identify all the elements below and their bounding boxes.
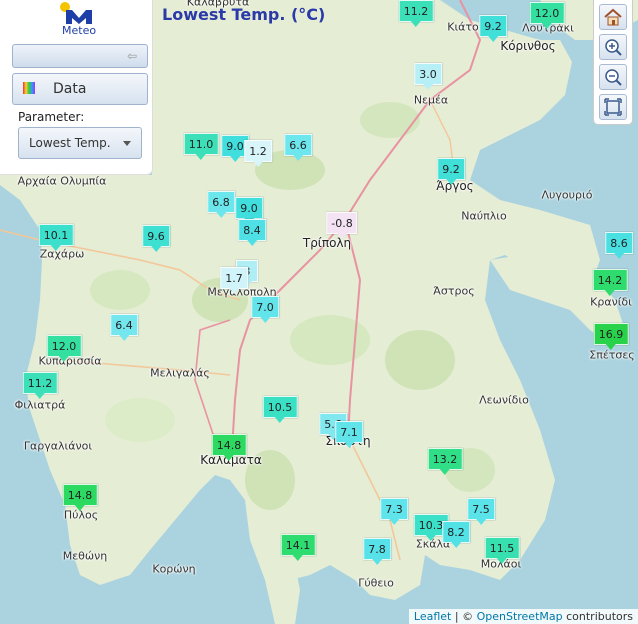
station-marker[interactable]: 1.7 (220, 267, 248, 294)
station-marker[interactable]: 7.1 (335, 421, 363, 448)
zoom-out-button[interactable] (599, 64, 627, 90)
station-marker[interactable]: 10.1 (38, 224, 74, 251)
home-button[interactable] (599, 4, 627, 30)
place-label: Φιλιατρά (14, 398, 66, 412)
place-label: Άστρος (433, 284, 475, 298)
station-marker[interactable]: 16.9 (593, 323, 629, 350)
fullscreen-icon (604, 98, 622, 116)
logo-text: Meteo (62, 24, 97, 37)
parameter-label: Parameter: (18, 110, 85, 124)
station-marker[interactable]: 12.0 (529, 2, 565, 29)
data-button[interactable]: Data (12, 73, 148, 105)
station-marker[interactable]: 13.2 (427, 448, 463, 475)
place-label: Κιάτο (447, 20, 479, 34)
station-marker[interactable]: 8.6 (605, 232, 633, 259)
leaflet-link[interactable]: Leaflet (414, 610, 451, 623)
station-marker[interactable]: 9.6 (142, 225, 170, 252)
zoom-in-icon (605, 39, 622, 56)
station-marker[interactable]: 14.2 (592, 269, 628, 296)
station-marker[interactable]: 12.0 (46, 335, 82, 362)
station-marker[interactable]: 8.2 (442, 521, 470, 548)
station-marker[interactable]: 6.8 (207, 191, 235, 218)
place-label: Αρχαία Ολυμπία (17, 174, 107, 188)
chevron-down-icon (123, 141, 131, 146)
station-marker[interactable]: 1.2 (244, 140, 272, 167)
place-label: Σπέτσες (589, 348, 635, 362)
station-marker[interactable]: 11.2 (22, 372, 58, 399)
station-marker[interactable]: 14.1 (280, 534, 316, 561)
fullscreen-button[interactable] (599, 94, 627, 120)
station-marker[interactable]: 11.5 (484, 537, 520, 564)
place-label: Γαργαλιάνοι (23, 439, 93, 453)
map-attribution: Leaflet | © OpenStreetMap contributors (408, 609, 638, 624)
zoom-out-icon (605, 69, 622, 86)
palette-icon (23, 82, 35, 94)
station-marker[interactable]: 10.5 (262, 396, 298, 423)
collapse-panel-button[interactable]: ⇦ (12, 44, 148, 68)
place-label: Κρανίδι (590, 295, 632, 309)
station-marker[interactable]: 7.3 (380, 498, 408, 525)
place-label: Ναύπλιο (461, 209, 507, 223)
station-marker[interactable]: 7.0 (251, 296, 279, 323)
zoom-in-button[interactable] (599, 34, 627, 60)
place-label: Γύθειο (358, 576, 394, 590)
home-icon (604, 8, 622, 26)
station-marker[interactable]: 11.2 (398, 0, 434, 27)
osm-link[interactable]: OpenStreetMap (477, 610, 563, 623)
place-label: Λεωνίδιο (479, 393, 529, 407)
control-panel: Meteo ⇦ Data Parameter: Lowest Temp. (0, 0, 153, 175)
attribution-separator: | © (451, 610, 477, 623)
station-marker[interactable]: 8.4 (238, 219, 266, 246)
place-label: Κόρινθος (500, 39, 556, 53)
place-label: Νεμέα (413, 93, 449, 107)
place-label: Καλάβρυτα (186, 0, 250, 9)
station-marker[interactable]: 9.0 (235, 197, 263, 224)
place-label: Κορώνη (152, 562, 196, 576)
place-label: Λυγουριό (541, 188, 593, 202)
station-marker[interactable]: 3.0 (414, 63, 442, 90)
station-marker[interactable]: 11.0 (183, 133, 219, 160)
parameter-select[interactable]: Lowest Temp. (18, 127, 142, 159)
station-marker[interactable]: 9.2 (437, 158, 465, 185)
station-marker[interactable]: 9.2 (479, 15, 507, 42)
station-marker[interactable]: 7.8 (363, 538, 391, 565)
station-marker[interactable]: -0.8 (326, 212, 358, 239)
station-marker[interactable]: 14.8 (62, 484, 98, 511)
arrow-left-icon: ⇦ (126, 49, 137, 63)
station-marker[interactable]: 6.6 (284, 134, 312, 161)
station-marker[interactable]: 6.4 (110, 314, 138, 341)
data-button-label: Data (53, 81, 87, 97)
place-label: Ζαχάρω (39, 247, 85, 261)
place-label: Μελιγαλάς (150, 366, 210, 380)
attribution-tail: contributors (562, 610, 633, 623)
map-toolbar (593, 0, 633, 125)
place-label: Μεθώνη (62, 549, 108, 563)
parameter-value: Lowest Temp. (29, 136, 111, 150)
station-marker[interactable]: 14.8 (211, 434, 247, 461)
station-marker[interactable]: 7.5 (467, 498, 495, 525)
